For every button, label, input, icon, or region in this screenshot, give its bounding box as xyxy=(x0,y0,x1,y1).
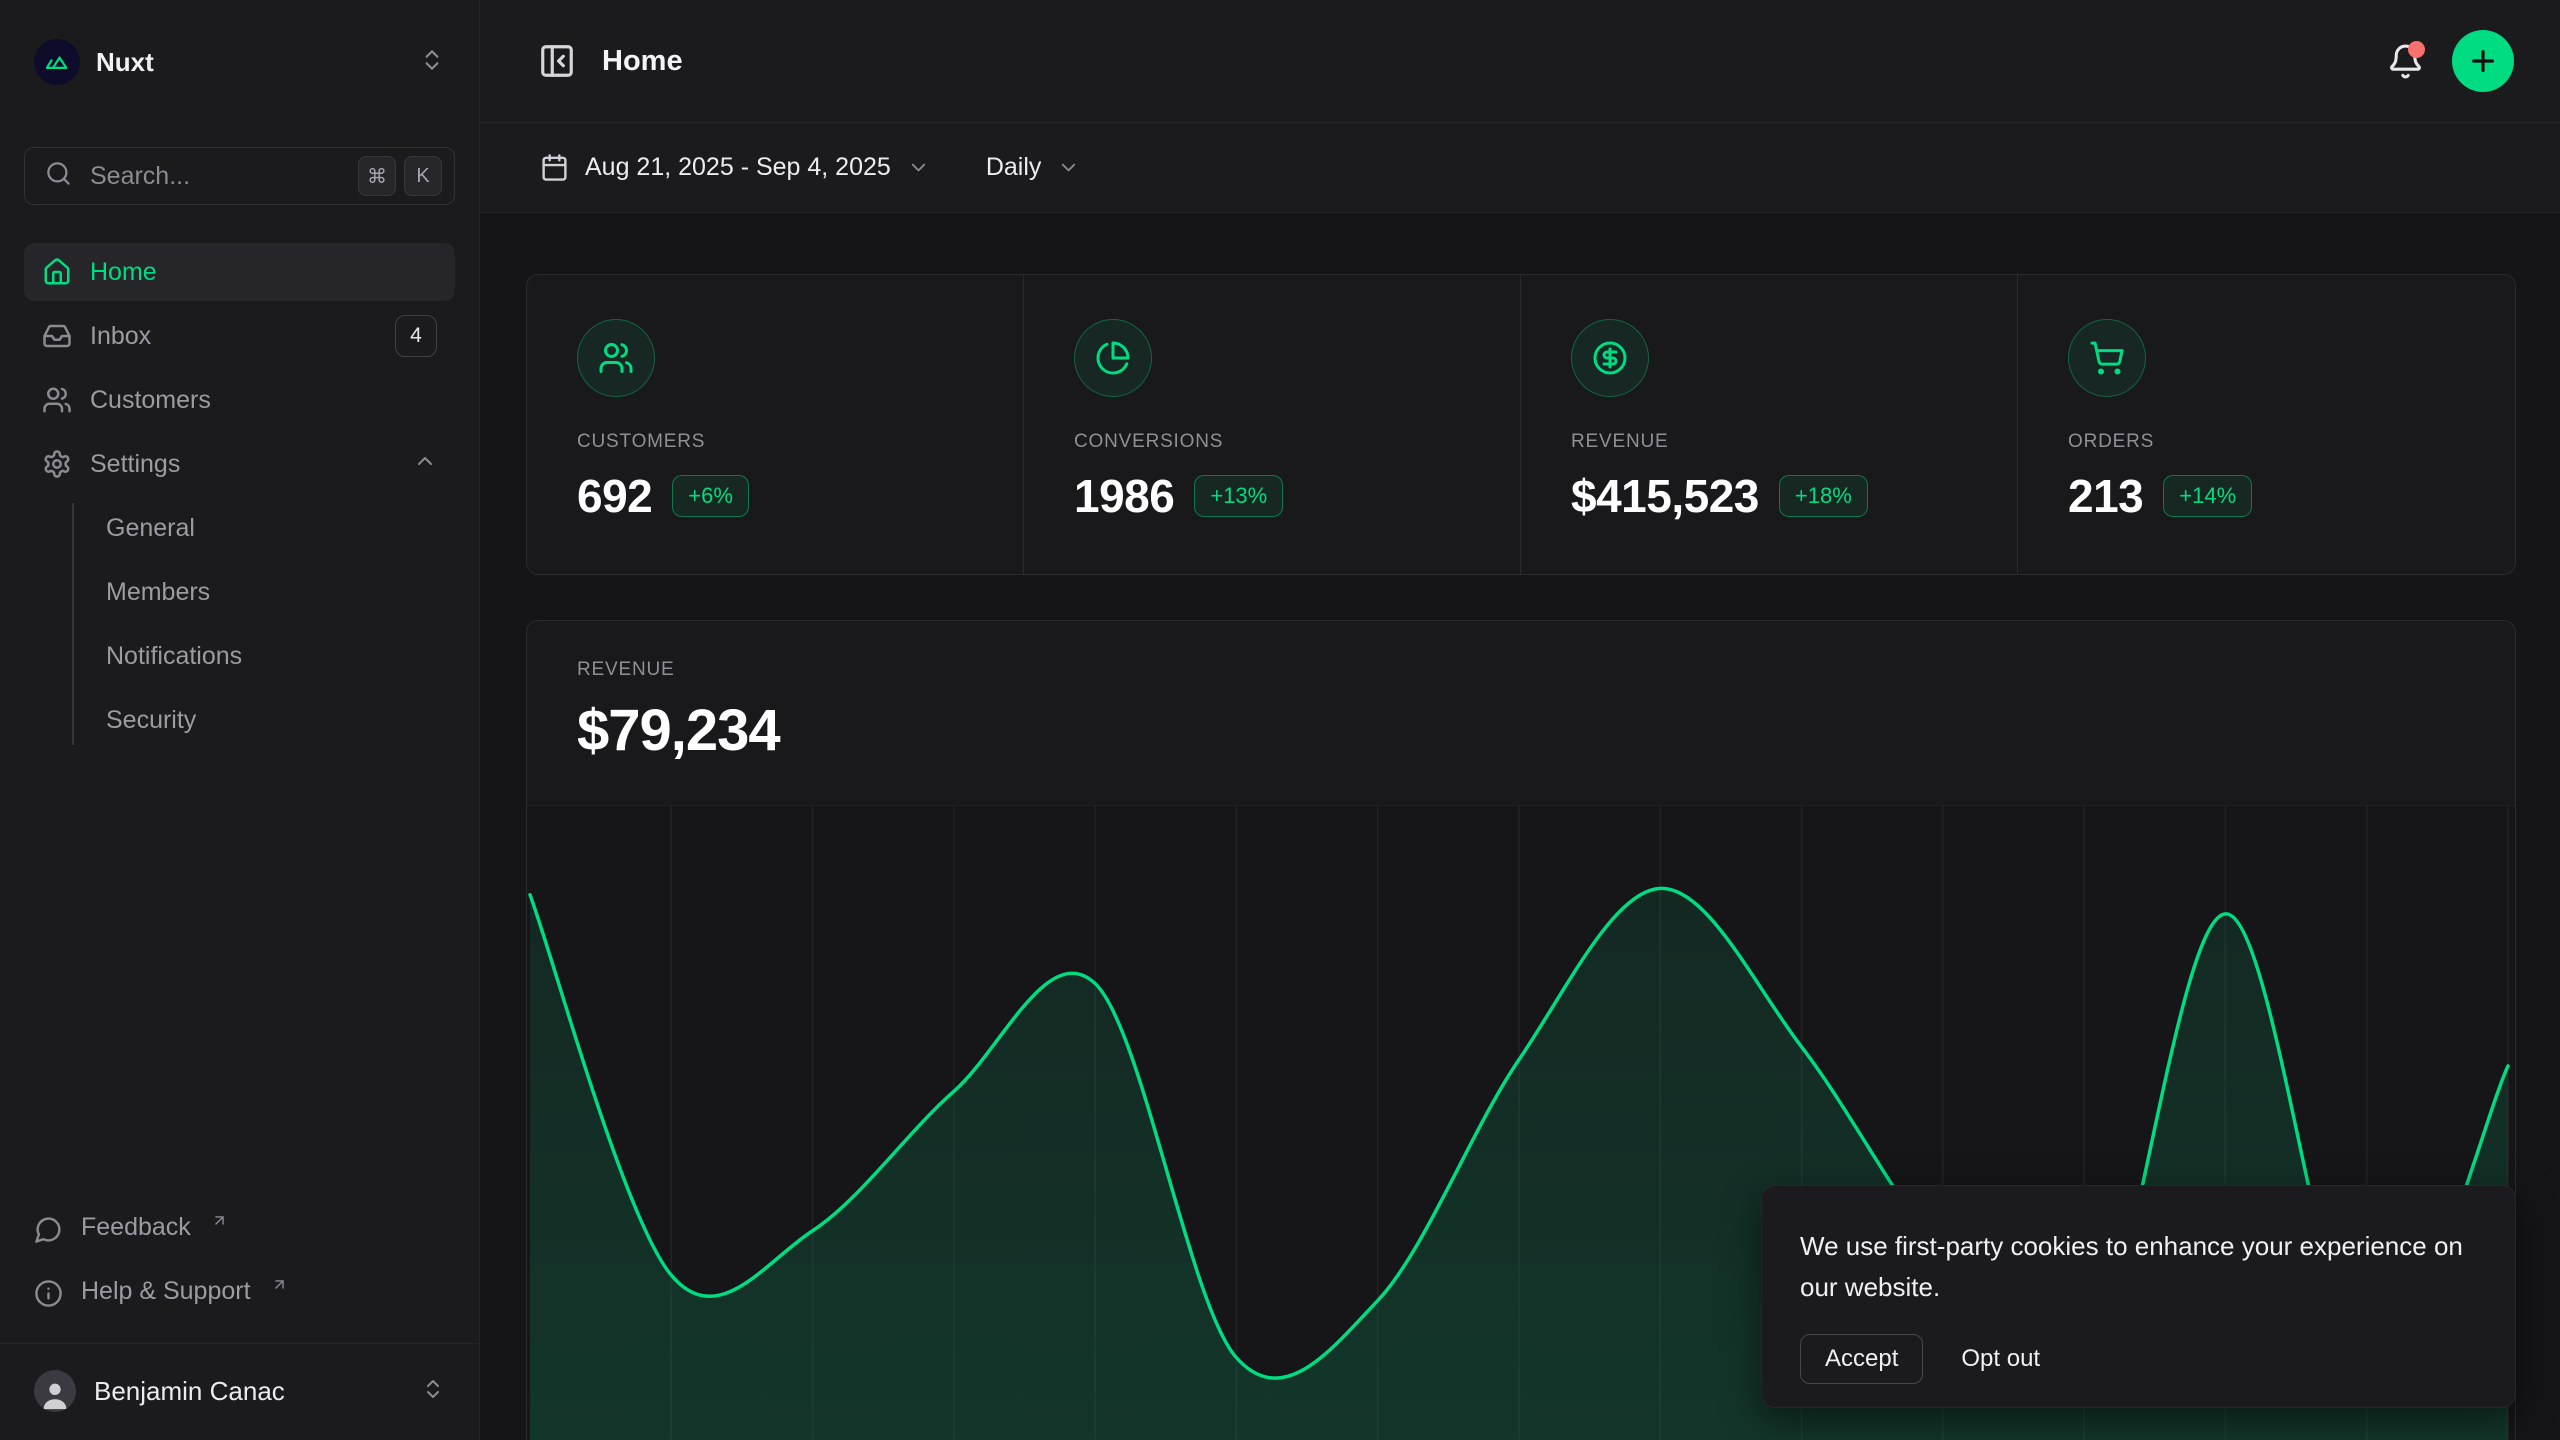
cookie-actions: Accept Opt out xyxy=(1800,1334,2477,1384)
sidebar-item-label: Settings xyxy=(90,450,180,479)
users-icon xyxy=(577,319,655,397)
panel-left-close-icon xyxy=(538,42,576,80)
accept-button[interactable]: Accept xyxy=(1800,1334,1923,1384)
stat-change-badge: +14% xyxy=(2163,475,2252,517)
chevrons-up-down-icon xyxy=(419,47,445,78)
stat-label: REVENUE xyxy=(1571,431,1967,453)
stat-card-conversions[interactable]: CONVERSIONS 1986 +13% xyxy=(1024,275,1521,574)
stat-value: 213 xyxy=(2068,469,2143,523)
chevron-down-icon xyxy=(1057,156,1080,179)
search-input[interactable]: Search... ⌘ K xyxy=(24,147,455,205)
collapse-sidebar-button[interactable] xyxy=(538,42,576,80)
chevron-up-icon[interactable] xyxy=(413,449,437,480)
user-menu-button[interactable]: Benjamin Canac xyxy=(24,1358,455,1424)
stat-change-badge: +13% xyxy=(1194,475,1283,517)
chevron-down-icon xyxy=(907,156,930,179)
subnav-item-label: Notifications xyxy=(106,642,242,671)
gear-icon xyxy=(42,449,72,479)
sidebar-nav: Home Inbox 4 Customers xyxy=(24,243,455,755)
stat-card-customers[interactable]: CUSTOMERS 692 +6% xyxy=(527,275,1024,574)
pie-chart-icon xyxy=(1074,319,1152,397)
stat-label: ORDERS xyxy=(2068,431,2465,453)
message-circle-icon xyxy=(34,1215,63,1244)
notification-dot xyxy=(2408,41,2425,58)
search-placeholder: Search... xyxy=(90,162,340,191)
subnav-item-label: General xyxy=(106,514,195,543)
stat-value: 1986 xyxy=(1074,469,1174,523)
kbd-k: K xyxy=(404,156,442,196)
stat-change-badge: +18% xyxy=(1779,475,1868,517)
opt-out-button[interactable]: Opt out xyxy=(1961,1345,2040,1373)
sidebar-item-label: Inbox xyxy=(90,322,151,351)
home-icon xyxy=(42,257,72,287)
external-link-icon xyxy=(271,1271,288,1300)
revenue-chart-header: REVENUE $79,234 xyxy=(527,621,2515,805)
sidebar-item-security[interactable]: Security xyxy=(106,691,455,749)
stats-row: CUSTOMERS 692 +6% CONVERSIONS 1986 xyxy=(526,274,2516,575)
person-icon xyxy=(38,1378,72,1412)
revenue-chart-label: REVENUE xyxy=(577,659,2465,681)
app-window: Nuxt Search... ⌘ K xyxy=(0,0,2560,1440)
revenue-chart-total: $79,234 xyxy=(577,697,2465,764)
chevrons-up-down-icon xyxy=(421,1377,445,1406)
shopping-cart-icon xyxy=(2068,319,2146,397)
calendar-icon xyxy=(540,153,569,182)
divider xyxy=(0,1343,479,1344)
user-name: Benjamin Canac xyxy=(94,1376,285,1407)
add-button[interactable] xyxy=(2452,30,2514,92)
sidebar-item-settings[interactable]: Settings xyxy=(24,435,455,493)
search-shortcut: ⌘ K xyxy=(358,156,442,196)
sidebar-item-customers[interactable]: Customers xyxy=(24,371,455,429)
sidebar-item-inbox[interactable]: Inbox 4 xyxy=(24,307,455,365)
sidebar-item-label: Home xyxy=(90,258,157,287)
feedback-link[interactable]: Feedback xyxy=(24,1201,455,1259)
cookie-banner: We use first-party cookies to enhance yo… xyxy=(1761,1185,2516,1408)
search-icon xyxy=(45,160,72,192)
stat-value: $415,523 xyxy=(1571,469,1759,523)
help-support-label: Help & Support xyxy=(81,1277,251,1306)
info-circle-icon xyxy=(34,1279,63,1308)
sidebar-item-notifications[interactable]: Notifications xyxy=(106,627,455,685)
date-range-picker[interactable]: Aug 21, 2025 - Sep 4, 2025 xyxy=(540,153,930,182)
dollar-circle-icon xyxy=(1571,319,1649,397)
sidebar-item-general[interactable]: General xyxy=(106,499,455,557)
inbox-count-badge: 4 xyxy=(395,315,437,357)
subnav-item-label: Members xyxy=(106,578,210,607)
brand-name: Nuxt xyxy=(96,47,154,78)
external-link-icon xyxy=(211,1207,228,1236)
sidebar-footer: Feedback Help & Support xyxy=(24,1201,455,1424)
help-support-link[interactable]: Help & Support xyxy=(24,1265,455,1323)
stat-card-revenue[interactable]: REVENUE $415,523 +18% xyxy=(1521,275,2018,574)
sidebar-item-label: Customers xyxy=(90,386,211,415)
stat-label: CONVERSIONS xyxy=(1074,431,1470,453)
stat-card-orders[interactable]: ORDERS 213 +14% xyxy=(2018,275,2515,574)
nuxt-logo-icon xyxy=(34,39,80,85)
feedback-label: Feedback xyxy=(81,1213,191,1242)
plus-icon xyxy=(2467,45,2499,77)
stat-value: 692 xyxy=(577,469,652,523)
cookie-message: We use first-party cookies to enhance yo… xyxy=(1800,1226,2477,1308)
sidebar-item-members[interactable]: Members xyxy=(106,563,455,621)
users-icon xyxy=(42,385,72,415)
avatar xyxy=(34,1370,76,1412)
page-header: Home xyxy=(480,0,2560,123)
sidebar-item-home[interactable]: Home xyxy=(24,243,455,301)
main-panel: Home xyxy=(480,0,2560,1440)
notifications-button[interactable] xyxy=(2387,43,2424,80)
workspace-switcher[interactable]: Nuxt xyxy=(24,30,455,94)
stat-change-badge: +6% xyxy=(672,475,749,517)
header-actions xyxy=(2387,30,2514,92)
date-range-label: Aug 21, 2025 - Sep 4, 2025 xyxy=(585,153,891,182)
sidebar: Nuxt Search... ⌘ K xyxy=(0,0,480,1440)
stat-label: CUSTOMERS xyxy=(577,431,973,453)
page-title: Home xyxy=(602,45,683,78)
subnav-item-label: Security xyxy=(106,706,196,735)
settings-subnav: General Members Notifications Security xyxy=(24,499,455,755)
kbd-command: ⌘ xyxy=(358,156,396,196)
interval-label: Daily xyxy=(986,153,1042,182)
interval-select[interactable]: Daily xyxy=(986,153,1081,182)
inbox-icon xyxy=(42,321,72,351)
filters-toolbar: Aug 21, 2025 - Sep 4, 2025 Daily xyxy=(480,123,2560,213)
